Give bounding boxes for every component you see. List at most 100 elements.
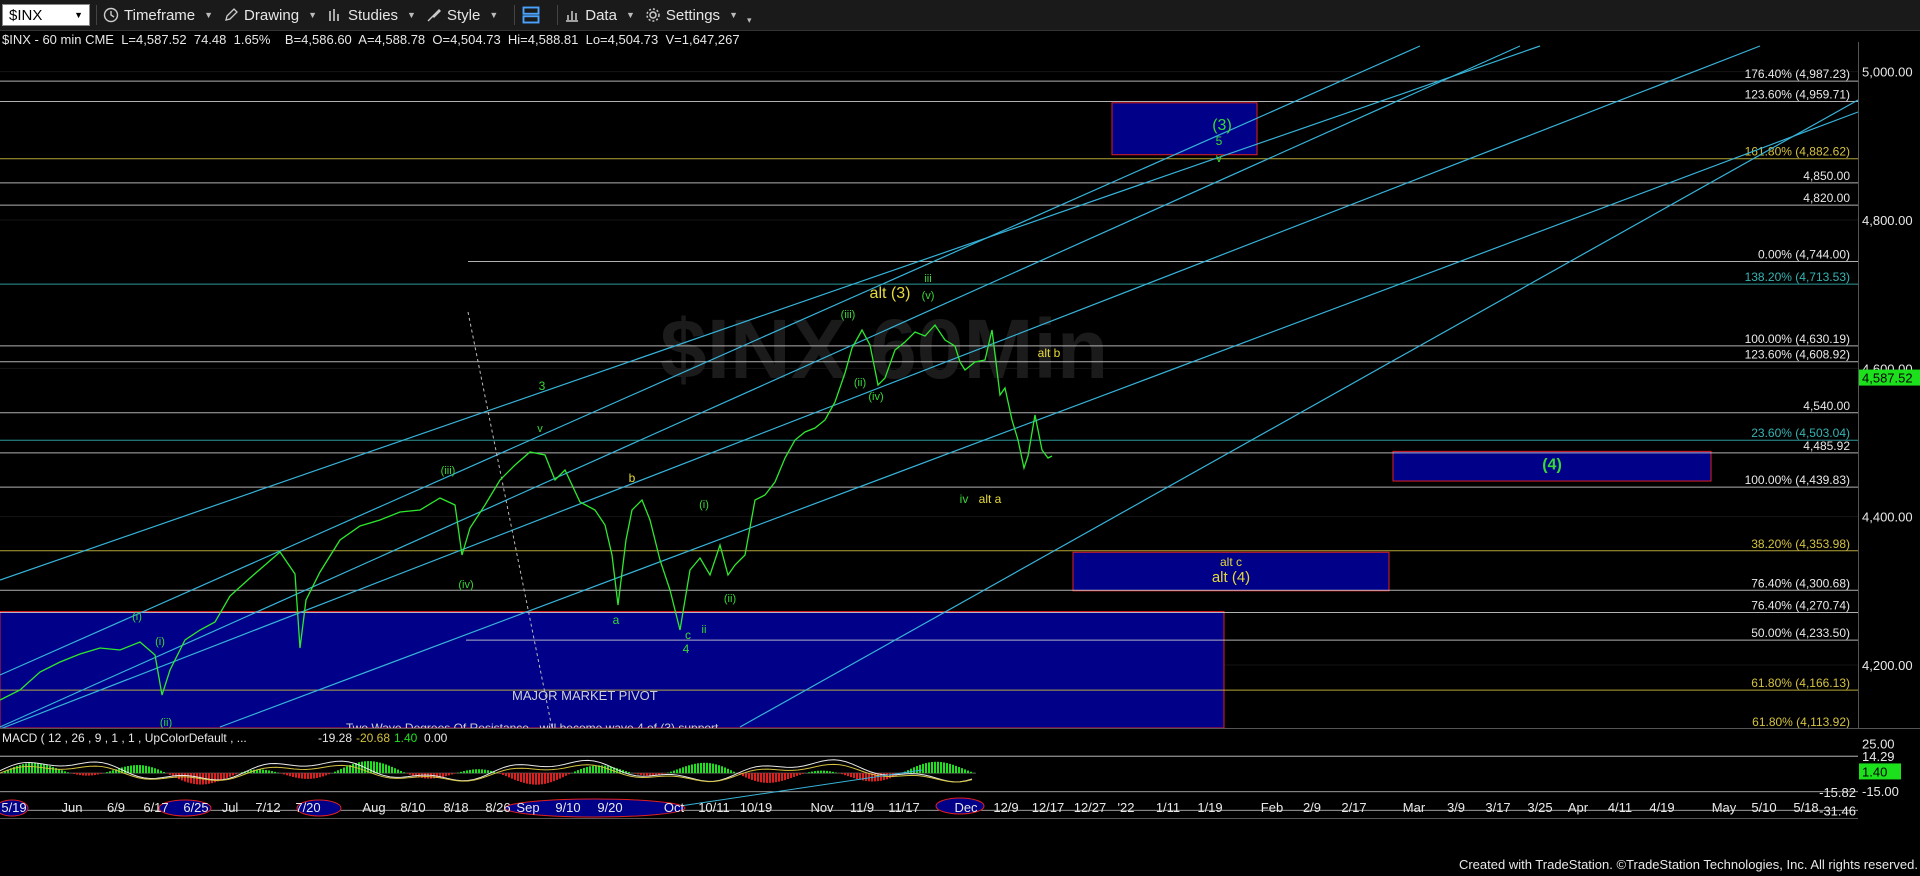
toolbar-divider xyxy=(557,5,559,25)
chevron-down-icon: ▼ xyxy=(74,10,83,20)
macd-hist-bar xyxy=(211,773,213,784)
macd-hist-bar xyxy=(925,763,927,774)
level-label: 4,850.00 xyxy=(1803,169,1850,183)
chart-canvas[interactable]: (4)alt calt (4)MAJOR MARKET PIVOT $INX 6… xyxy=(0,0,1920,876)
macd-hist-bar xyxy=(745,773,747,778)
macd-hist-bar xyxy=(934,761,936,774)
macd-hist-bar xyxy=(799,773,801,775)
macd-hist-bar xyxy=(31,763,33,774)
macd-hist-bar xyxy=(784,773,786,781)
macd-hist-bar xyxy=(370,761,372,774)
wave-label: (ii) xyxy=(724,593,736,605)
x-tick-label: 2/9 xyxy=(1303,800,1321,815)
macd-hist-bar xyxy=(133,765,135,774)
wave-label: ii xyxy=(702,624,707,636)
macd-hist-bar xyxy=(223,773,225,780)
macd-hist-bar xyxy=(169,773,171,775)
settings-menu[interactable]: Settings ▼ ▾ xyxy=(645,5,752,26)
macd-hist-bar xyxy=(913,767,915,774)
x-tick-label: Jun xyxy=(62,800,83,815)
macd-hist-bar xyxy=(304,773,306,779)
macd-hist-bar xyxy=(214,773,216,783)
wave-label: (i) xyxy=(132,611,142,623)
macd-hist-bar xyxy=(562,773,564,778)
macd-hist-bar xyxy=(151,767,153,774)
macd-hist-bar xyxy=(847,773,849,777)
macd-hist-bar xyxy=(283,773,285,775)
macd-hist-bar xyxy=(358,762,360,774)
macd-hist-bar xyxy=(634,773,636,774)
macd-hist-bar xyxy=(289,773,291,777)
macd-hist-bar xyxy=(823,770,825,774)
macd-hist-bar xyxy=(889,773,891,779)
macd-hist-bar xyxy=(955,765,957,774)
macd-hist-bar xyxy=(445,773,447,777)
y-tick-label: 4,800.00 xyxy=(1862,213,1913,228)
macd-hist-bar xyxy=(508,773,510,778)
macd-hist-bar xyxy=(715,764,717,774)
macd-hist-bar xyxy=(526,773,528,784)
macd-hist-bar xyxy=(91,773,93,776)
x-tick-label: Dec xyxy=(954,800,978,815)
macd-value: -20.68 xyxy=(356,731,390,745)
data-menu[interactable]: Data ▼ xyxy=(564,7,635,24)
x-tick-label: 7/20 xyxy=(295,800,320,815)
macd-hist-bar xyxy=(361,761,363,774)
quote-info-line: $INX - 60 min CME L=4,587.52 74.48 1.65%… xyxy=(2,32,740,47)
macd-hist-bar xyxy=(190,773,192,784)
macd-hist-bar xyxy=(553,773,555,782)
macd-hist-bar xyxy=(577,770,579,774)
macd-hist-bar xyxy=(292,773,294,777)
drawing-label: Drawing xyxy=(244,6,300,24)
x-tick-label: Oct xyxy=(664,800,685,815)
macd-hist-bar xyxy=(403,772,405,774)
macd-hist-bar xyxy=(268,770,270,774)
studies-menu[interactable]: Studies ▼ xyxy=(327,7,416,24)
caret-down-icon: ▾ xyxy=(746,14,752,25)
macd-hist-bar xyxy=(385,764,387,774)
macd-hist-bar xyxy=(376,761,378,774)
macd-hist-bar xyxy=(691,764,693,774)
timeframe-label: Timeframe xyxy=(124,6,196,24)
macd-hist-bar xyxy=(568,773,570,775)
timeframe-menu[interactable]: Timeframe ▼ xyxy=(103,7,213,24)
macd-hist-bar xyxy=(76,773,78,775)
macd-hist-bar xyxy=(817,770,819,774)
level-label: 4,820.00 xyxy=(1803,191,1850,205)
symbol-input[interactable]: $INX ▼ xyxy=(2,4,90,26)
macd-hist-bar xyxy=(499,773,501,774)
zone-label: alt c xyxy=(1220,555,1242,569)
macd-hist-bar xyxy=(160,770,162,774)
wave-label: iii xyxy=(924,273,931,285)
wave-label: alt b xyxy=(1038,346,1061,360)
macd-hist-bar xyxy=(757,773,759,782)
macd-hist-bar xyxy=(694,763,696,774)
level-label: 0.00% (4,744.00) xyxy=(1758,248,1850,262)
macd-hist-bar xyxy=(643,773,645,776)
macd-hist-bar xyxy=(853,773,855,779)
style-menu[interactable]: Style ▼ xyxy=(426,7,498,24)
macd-hist-bar xyxy=(763,773,765,783)
wave-label: (3) xyxy=(1212,117,1232,134)
macd-hist-bar xyxy=(589,766,591,774)
price-axis[interactable]: 5,000.004,800.004,600.004,400.004,200.00… xyxy=(1858,42,1920,818)
level-label: 76.40% (4,300.68) xyxy=(1751,576,1850,590)
macd-hist-bar xyxy=(187,773,189,783)
macd-hist-bar xyxy=(451,773,453,775)
wave-label: c xyxy=(685,628,691,642)
macd-hist-bar xyxy=(391,766,393,774)
macd-hist-bar xyxy=(85,773,87,776)
macd-hist-bar xyxy=(604,765,606,774)
wave-label: 3 xyxy=(539,379,546,393)
style-label: Style xyxy=(446,6,481,24)
macd-hist-bar xyxy=(487,770,489,774)
macd-hist-bar xyxy=(949,763,951,774)
macd-hist-bar xyxy=(943,762,945,774)
macd-hist-bar xyxy=(547,773,549,784)
layout-button[interactable] xyxy=(521,5,541,25)
wave-label: 4 xyxy=(683,642,690,656)
drawing-menu[interactable]: Drawing ▼ xyxy=(223,7,317,24)
macd-hist-bar xyxy=(727,768,729,774)
macd-hist-bar xyxy=(154,768,156,774)
macd-hist-bar xyxy=(646,773,648,776)
